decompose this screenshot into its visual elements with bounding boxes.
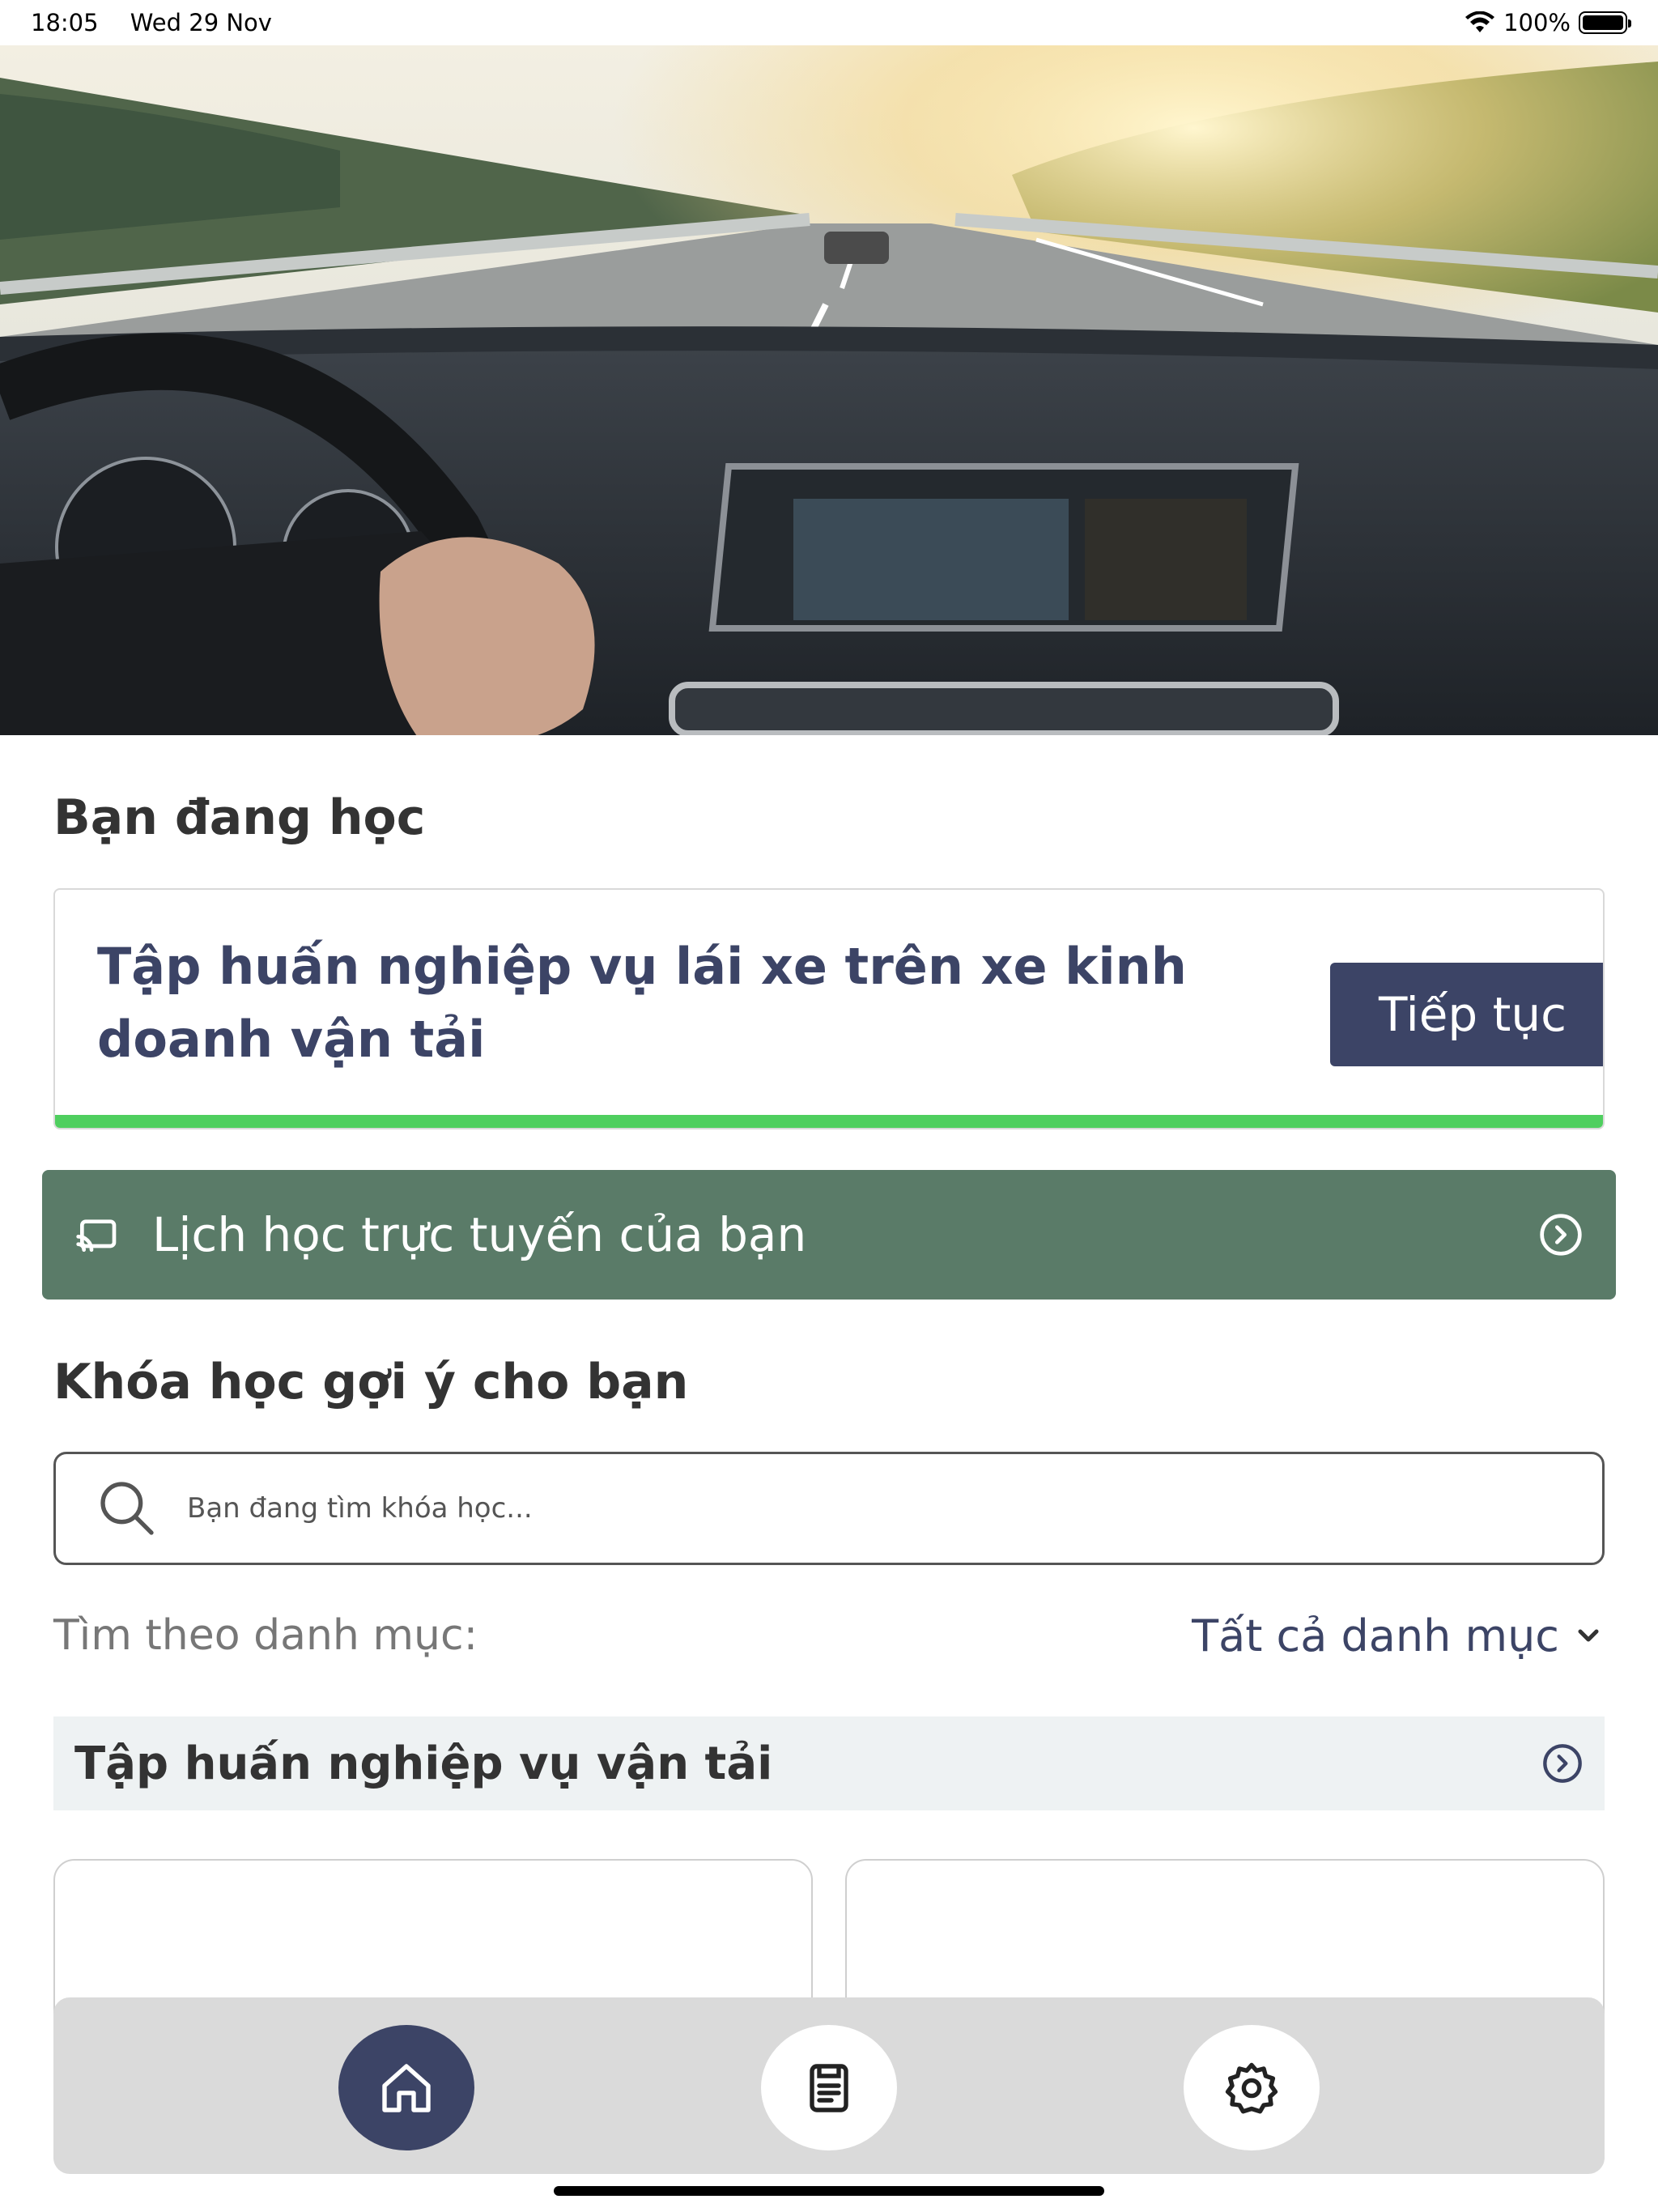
course-progress-bar — [55, 1115, 1603, 1128]
bottom-nav — [53, 1997, 1605, 2174]
course-progress-fill — [55, 1115, 1603, 1128]
continue-button[interactable]: Tiếp tục — [1330, 963, 1603, 1066]
category-title: Tập huấn nghiệp vụ vận tải — [74, 1737, 773, 1790]
status-time: 18:05 — [31, 9, 99, 36]
online-schedule-label: Lịch học trực tuyến của bạn — [152, 1207, 807, 1262]
nav-courses-button[interactable] — [761, 2025, 897, 2150]
course-search-input[interactable] — [187, 1492, 1482, 1525]
current-course-title: Tập huấn nghiệp vụ lái xe trên xe kinh d… — [97, 937, 1187, 1069]
hero-image — [0, 45, 1658, 735]
battery-percent: 100% — [1503, 9, 1571, 36]
car-dashboard-highway-photo — [0, 45, 1658, 735]
current-section-title: Bạn đang học — [53, 789, 426, 846]
status-right: 100% — [1465, 9, 1631, 36]
chevron-down-icon — [1578, 1629, 1599, 1642]
app-screen: 18:05 Wed 29 Nov 100% Bạn đang học Tập h… — [0, 0, 1658, 2212]
category-filter-value: Tất cả danh mục — [1192, 1610, 1559, 1661]
category-filter-select[interactable]: Tất cả danh mục — [1192, 1610, 1605, 1661]
course-search-box[interactable] — [53, 1452, 1605, 1565]
battery-icon — [1579, 11, 1631, 34]
status-date: Wed 29 Nov — [130, 9, 272, 36]
search-icon — [100, 1482, 154, 1535]
category-header[interactable]: Tập huấn nghiệp vụ vận tải — [53, 1716, 1605, 1810]
chevron-circle-right-icon — [1543, 1744, 1582, 1783]
category-filter-row: Tìm theo danh mục: Tất cả danh mục — [53, 1607, 1605, 1664]
home-indicator — [554, 2186, 1104, 2196]
suggested-section-title: Khóa học gợi ý cho bạn — [53, 1354, 689, 1410]
nav-settings-button[interactable] — [1184, 2025, 1320, 2150]
status-left: 18:05 Wed 29 Nov — [31, 9, 296, 36]
current-course-card[interactable]: Tập huấn nghiệp vụ lái xe trên xe kinh d… — [53, 888, 1605, 1129]
gear-icon — [1225, 2062, 1278, 2113]
online-schedule-banner[interactable]: Lịch học trực tuyến của bạn — [42, 1170, 1616, 1300]
chevron-circle-right-icon — [1540, 1214, 1582, 1256]
cast-icon — [76, 1219, 117, 1252]
document-icon — [810, 2063, 848, 2112]
home-icon — [382, 2063, 431, 2112]
category-filter-label: Tìm theo danh mục: — [53, 1611, 478, 1660]
status-bar: 18:05 Wed 29 Nov 100% — [0, 0, 1658, 45]
wifi-icon — [1465, 11, 1495, 32]
nav-home-button[interactable] — [338, 2025, 474, 2150]
